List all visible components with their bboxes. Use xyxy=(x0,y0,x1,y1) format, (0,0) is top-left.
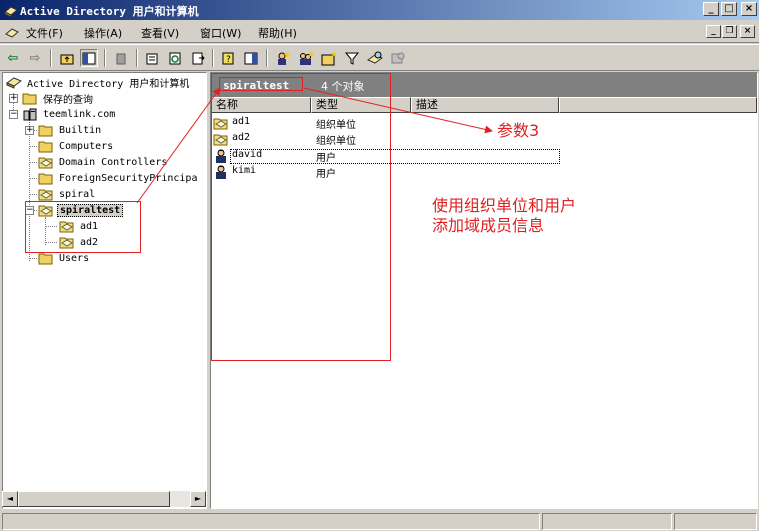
help-icon[interactable]: ? xyxy=(219,49,237,67)
ou-icon xyxy=(38,157,53,169)
folder-icon xyxy=(38,253,53,265)
tree-item-computers[interactable]: Computers xyxy=(38,138,115,154)
forward-icon[interactable]: ⇨ xyxy=(26,49,44,67)
tree-line xyxy=(29,194,37,195)
add-to-group-icon[interactable] xyxy=(389,49,407,67)
tree-computers-label: Computers xyxy=(59,140,114,152)
show-console-tree-icon[interactable] xyxy=(80,49,98,67)
mdi-minimize-button[interactable]: _ xyxy=(706,25,721,38)
collapse-domain[interactable]: − xyxy=(9,110,18,119)
mdi-restore-button[interactable]: ❐ xyxy=(722,25,737,38)
mdi-close-button[interactable]: × xyxy=(740,25,755,38)
tree-root-label: Active Directory 用户和计算机 xyxy=(27,78,190,90)
tree-horizontal-scrollbar[interactable]: ◄ ► xyxy=(2,491,206,507)
annotation-box-tree xyxy=(25,201,141,253)
tree-builtin-label: Builtin xyxy=(59,124,102,136)
title-bar: Active Directory 用户和计算机 _ □ × xyxy=(0,0,759,20)
column-header-description[interactable]: 描述 xyxy=(411,97,559,113)
window-title: Active Directory 用户和计算机 xyxy=(20,5,199,18)
toolbar-separator xyxy=(104,49,106,67)
tree-line xyxy=(29,178,37,179)
toolbar-separator xyxy=(50,49,52,67)
folder-icon xyxy=(38,141,53,153)
new-user-icon[interactable] xyxy=(274,49,292,67)
tree-foreign-security-label: ForeignSecurityPrincipa xyxy=(59,172,198,184)
console-tree[interactable]: Active Directory 用户和计算机 + 保存的查询 − teemli… xyxy=(2,72,207,509)
system-menu-icon[interactable] xyxy=(4,24,20,40)
tree-saved-queries-label: 保存的查询 xyxy=(43,94,93,106)
tree-domain-label: teemlink.com xyxy=(43,108,116,120)
toolbar-separator xyxy=(136,49,138,67)
scroll-thumb[interactable] xyxy=(18,491,170,507)
toolbar-separator xyxy=(266,49,268,67)
menu-action[interactable]: 操作(A) xyxy=(84,25,122,41)
status-bar xyxy=(0,511,759,531)
tree-domain-controllers-label: Domain Controllers xyxy=(59,156,168,168)
tree-line xyxy=(29,258,37,259)
expand-builtin[interactable]: + xyxy=(25,126,34,135)
tree-item-domain-controllers[interactable]: Domain Controllers xyxy=(38,154,169,170)
close-button[interactable]: × xyxy=(741,2,757,16)
status-segment-main xyxy=(2,513,540,530)
filter-icon[interactable] xyxy=(343,49,361,67)
annotation-box-folder xyxy=(219,77,303,91)
properties-icon[interactable] xyxy=(143,49,161,67)
show-hide-pane-icon[interactable] xyxy=(242,49,260,67)
expand-saved-queries[interactable]: + xyxy=(9,94,18,103)
tree-item-domain[interactable]: teemlink.com xyxy=(22,106,117,122)
tree-item-foreign-security-principals[interactable]: ForeignSecurityPrincipa xyxy=(38,170,199,186)
menu-window[interactable]: 窗口(W) xyxy=(200,25,241,41)
toolbar-separator xyxy=(212,49,214,67)
ad-app-icon xyxy=(4,6,18,18)
back-icon[interactable]: ⇦ xyxy=(4,49,22,67)
maximize-button[interactable]: □ xyxy=(721,2,737,16)
tree-item-saved-queries[interactable]: 保存的查询 xyxy=(22,90,95,106)
status-segment-2 xyxy=(542,513,672,530)
scroll-left-button[interactable]: ◄ xyxy=(2,491,18,507)
svg-text:?: ? xyxy=(226,55,231,65)
annotation-param-label: 参数3 xyxy=(497,121,540,140)
menu-help[interactable]: 帮助(H) xyxy=(258,25,297,41)
menu-file[interactable]: 文件(F) xyxy=(26,25,63,41)
tree-users-label: Users xyxy=(59,252,90,264)
folder-icon xyxy=(38,125,53,137)
delete-icon[interactable] xyxy=(112,49,130,67)
folder-icon xyxy=(38,173,53,185)
toolbar: ⇦ ⇨ ? xyxy=(0,44,759,71)
domain-icon xyxy=(23,108,37,121)
minimize-button[interactable]: _ xyxy=(703,2,719,16)
folder-icon xyxy=(22,93,37,105)
column-header-empty xyxy=(559,97,757,113)
tree-spiral-label: spiral xyxy=(59,188,96,200)
status-segment-3 xyxy=(674,513,757,530)
annotation-box-list xyxy=(211,73,391,361)
export-list-icon[interactable] xyxy=(189,49,207,67)
scroll-right-button[interactable]: ► xyxy=(190,491,206,507)
ad-root-icon xyxy=(6,77,22,89)
tree-item-spiral[interactable]: spiral xyxy=(38,186,97,202)
ou-icon xyxy=(38,189,53,201)
tree-line xyxy=(29,146,37,147)
tree-item-builtin[interactable]: Builtin xyxy=(38,122,103,138)
menu-bar: 文件(F) 操作(A) 查看(V) 窗口(W) 帮助(H) _ ❐ × xyxy=(0,21,759,43)
annotation-note-line2: 添加域成员信息 xyxy=(432,216,545,235)
menu-view[interactable]: 查看(V) xyxy=(141,25,179,41)
up-folder-icon[interactable] xyxy=(58,49,76,67)
new-group-icon[interactable] xyxy=(297,49,315,67)
refresh-icon[interactable] xyxy=(166,49,184,67)
tree-line xyxy=(29,162,37,163)
annotation-note-line1: 使用组织单位和用户 xyxy=(432,196,577,215)
tree-item-root[interactable]: Active Directory 用户和计算机 xyxy=(6,74,191,90)
find-icon[interactable] xyxy=(366,49,384,67)
new-ou-icon[interactable] xyxy=(320,49,338,67)
